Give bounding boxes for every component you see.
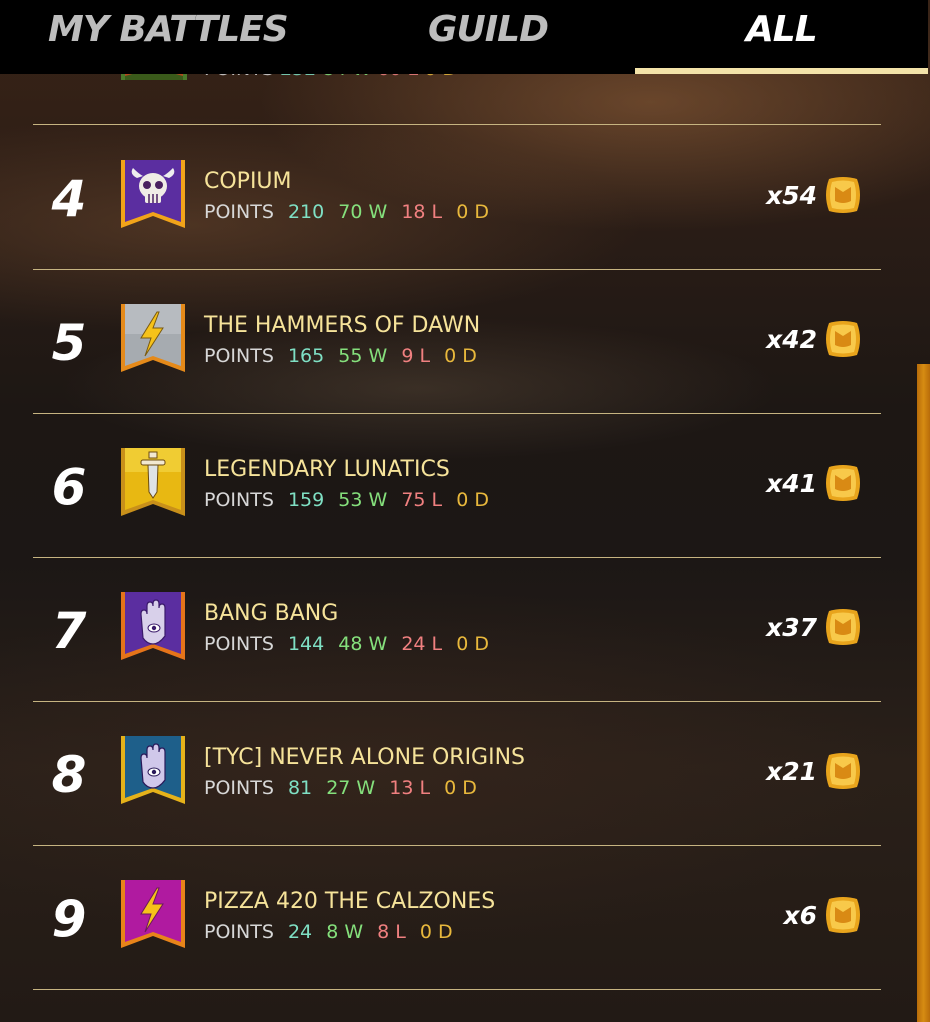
points-label: POINTS	[204, 489, 274, 511]
leaderboard-tabs: MY BATTLES GUILD ALL	[0, 0, 929, 74]
scrollbar-thumb[interactable]	[917, 364, 930, 1022]
points-value: 210	[287, 201, 325, 223]
tab-my-battles[interactable]: MY BATTLES	[0, 0, 341, 74]
leaderboard-row[interactable]: 5 THE HAMMERS OF DAWN POINTS 165 55 W 9 …	[33, 269, 881, 414]
reward: x21	[766, 751, 863, 791]
points-label: POINTS	[204, 345, 274, 367]
merit-coin-icon	[826, 465, 860, 501]
merit-coin-icon	[826, 177, 860, 213]
sword-icon	[121, 448, 185, 516]
points-value: 144	[287, 633, 325, 655]
rank-number: 8	[51, 746, 87, 804]
leaderboard-row[interactable]: 7 BANG BANG POINTS 144 48 W 24 L 0 D x37	[33, 557, 881, 702]
draws-value: 0 D	[456, 633, 489, 655]
wins-value: 70 W	[338, 201, 388, 223]
reward-multiplier: x42	[766, 324, 817, 354]
rank-number: 5	[51, 314, 87, 372]
reward-multiplier: x6	[783, 900, 817, 930]
losses-value: 13 L	[389, 777, 431, 799]
reward: x6	[783, 895, 863, 935]
wins-value: 55 W	[338, 345, 388, 367]
skull-icon	[121, 160, 185, 228]
guild-stats: POINTS 24 8 W 8 L 0 D	[204, 921, 461, 943]
losses-value: 8 L	[377, 921, 406, 943]
losses-value: 24 L	[401, 633, 443, 655]
draws-value: 0 D	[444, 345, 477, 367]
draws-value: 0 D	[456, 201, 489, 223]
guild-name: COPIUM	[204, 169, 292, 194]
draws-value: 0 D	[456, 489, 489, 511]
eye-hand-icon	[121, 736, 185, 804]
guild-name: [TYC] NEVER ALONE ORIGINS	[204, 745, 526, 770]
guild-stats: POINTS 144 48 W 24 L 0 D	[204, 633, 497, 655]
points-label: POINTS	[204, 201, 274, 223]
tab-all[interactable]: ALL	[634, 0, 929, 74]
draws-value: 0 D	[444, 777, 477, 799]
points-label: POINTS	[204, 633, 274, 655]
merit-coin-icon	[826, 897, 860, 933]
leaderboard-row[interactable]: 8 [TYC] NEVER ALONE ORIGINS POINTS 81 27…	[33, 701, 881, 846]
tab-guild[interactable]: GUILD	[341, 0, 634, 74]
wins-value: 48 W	[338, 633, 388, 655]
rank-number: 6	[51, 458, 87, 516]
guild-stats: POINTS 81 27 W 13 L 0 D	[204, 777, 485, 799]
wins-value: 8 W	[326, 921, 364, 943]
leaderboard-row[interactable]: 9 PIZZA 420 THE CALZONES POINTS 24 8 W 8…	[33, 845, 881, 990]
lightning-icon	[121, 304, 185, 372]
points-label: POINTS	[204, 777, 274, 799]
guild-stats: POINTS 159 53 W 75 L 0 D	[204, 489, 497, 511]
reward: x42	[766, 319, 863, 359]
eye-hand-icon	[121, 592, 185, 660]
points-value: 24	[287, 921, 313, 943]
guild-stats: POINTS 210 70 W 18 L 0 D	[204, 201, 497, 223]
reward: x54	[766, 175, 863, 215]
reward-multiplier: x54	[766, 180, 817, 210]
draws-value: 0 D	[419, 921, 453, 943]
leaderboard-row[interactable]: 6 LEGENDARY LUNATICS POINTS 159 53 W 75 …	[33, 413, 881, 558]
merit-coin-icon	[826, 753, 860, 789]
guild-stats: POINTS 165 55 W 9 L 0 D	[204, 345, 485, 367]
reward: x41	[766, 463, 863, 503]
reward-multiplier: x37	[766, 612, 817, 642]
merit-coin-icon	[826, 609, 860, 645]
reward-multiplier: x41	[766, 468, 817, 498]
losses-value: 9 L	[401, 345, 431, 367]
guild-name: BANG BANG	[204, 601, 339, 626]
points-value: 165	[287, 345, 325, 367]
wins-value: 27 W	[326, 777, 376, 799]
points-value: 159	[287, 489, 325, 511]
reward-multiplier: x21	[766, 756, 817, 786]
reward: x37	[766, 607, 863, 647]
rank-number: 4	[51, 170, 87, 228]
points-value: 81	[287, 777, 313, 799]
losses-value: 75 L	[401, 489, 443, 511]
points-label: POINTS	[204, 921, 274, 943]
guild-name: THE HAMMERS OF DAWN	[204, 313, 481, 338]
guild-name: LEGENDARY LUNATICS	[204, 457, 450, 482]
merit-coin-icon	[826, 321, 860, 357]
losses-value: 18 L	[401, 201, 443, 223]
leaderboard-row[interactable]: 4 COPIUM POINTS 210 70 W 18 L 0 D x54	[33, 125, 881, 270]
wins-value: 53 W	[338, 489, 388, 511]
rank-number: 9	[51, 890, 87, 948]
guild-name: PIZZA 420 THE CALZONES	[204, 889, 496, 914]
lightning-icon	[121, 880, 185, 948]
rank-number: 7	[51, 602, 87, 660]
